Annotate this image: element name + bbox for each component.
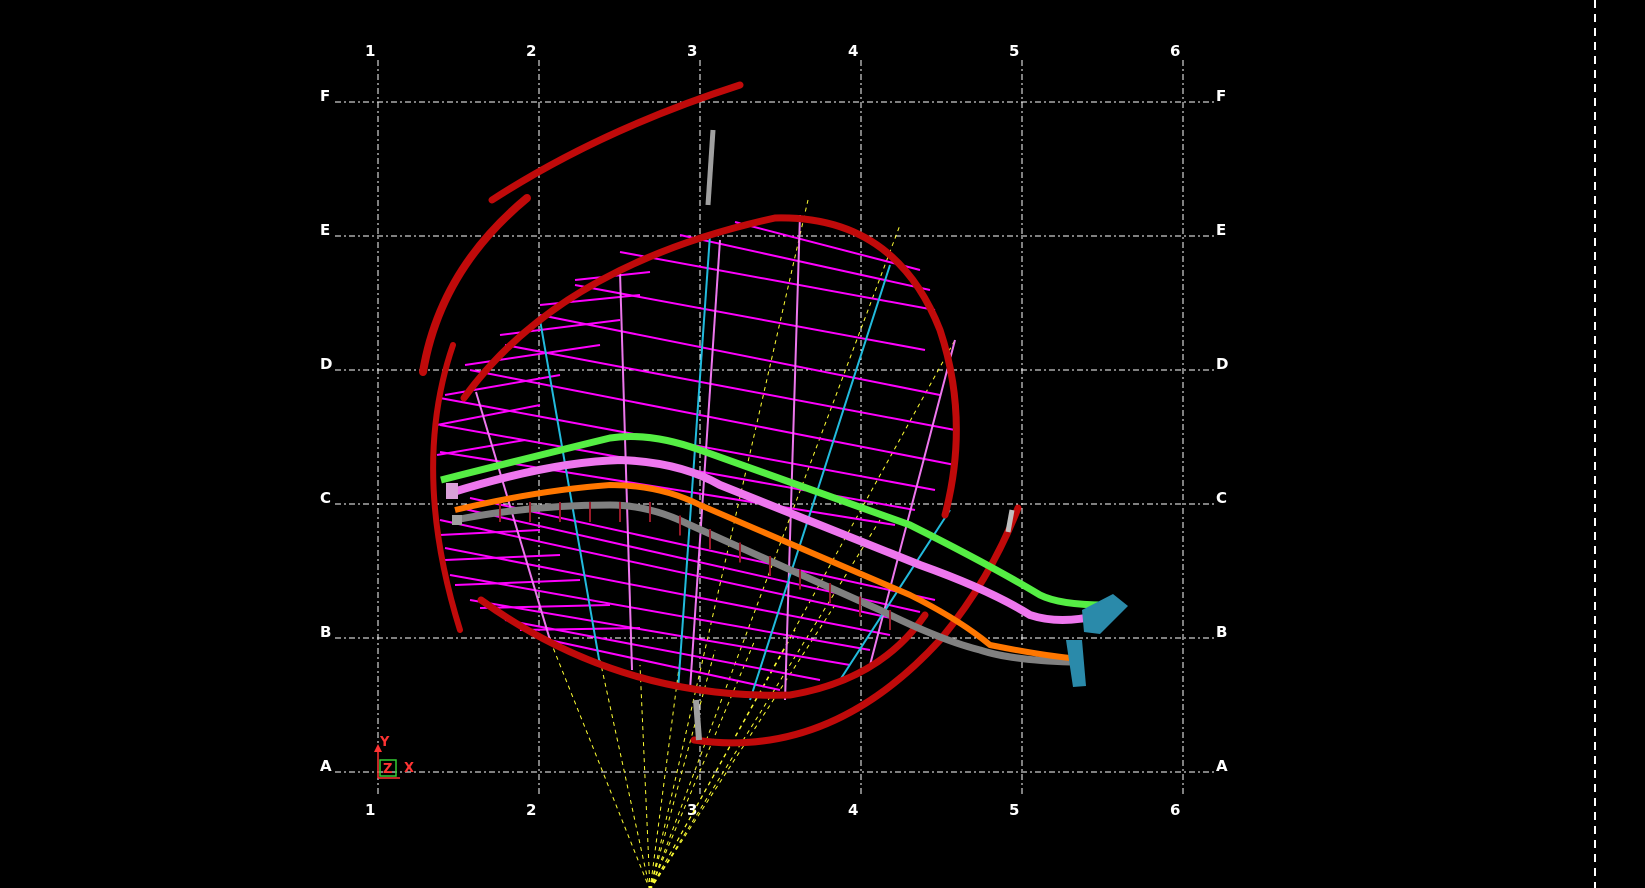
- grid-row-label-left: B: [320, 623, 331, 641]
- viewport-background: [0, 0, 1645, 888]
- grid-column-label-top: 2: [526, 42, 536, 60]
- grid-row-label-left: F: [320, 87, 330, 105]
- bottom-post: [693, 699, 702, 741]
- grid-row-label-right: E: [1216, 221, 1226, 239]
- grid-column-label-top: 6: [1170, 42, 1180, 60]
- grid-row-label-right: F: [1216, 87, 1226, 105]
- grid-row-label-left: E: [320, 221, 330, 239]
- grid-column-label-bottom: 1: [365, 801, 375, 819]
- grid-row-label-right: C: [1216, 489, 1227, 507]
- grid-row-label-left: A: [320, 757, 332, 775]
- grid-column-label-bottom: 3: [687, 801, 697, 819]
- grid-column-label-top: 1: [365, 42, 375, 60]
- grid-row-label-right: B: [1216, 623, 1227, 641]
- grid-column-label-top: 3: [687, 42, 697, 60]
- grid-column-label-bottom: 4: [848, 801, 858, 819]
- x-axis-label: X: [404, 761, 414, 776]
- grid-column-label-bottom: 5: [1009, 801, 1019, 819]
- grid-column-label-bottom: 6: [1170, 801, 1180, 819]
- left-stub-gray: [452, 515, 462, 525]
- z-axis-label: Z: [383, 762, 392, 777]
- grid-row-label-right: A: [1216, 757, 1228, 775]
- grid-row-label-left: C: [320, 489, 331, 507]
- grid-column-label-top: 5: [1009, 42, 1019, 60]
- left-stub-pink: [446, 483, 458, 499]
- y-axis-label: Y: [379, 735, 390, 750]
- grid-row-label-right: D: [1216, 355, 1228, 373]
- cad-viewport[interactable]: 1 1 2 2 3 3 4 4 5 5 6 6 F F E E D D C C B B A A Y X Z: [0, 0, 1645, 888]
- grid-column-label-top: 4: [848, 42, 858, 60]
- grid-column-label-bottom: 2: [526, 801, 536, 819]
- grid-row-label-left: D: [320, 355, 332, 373]
